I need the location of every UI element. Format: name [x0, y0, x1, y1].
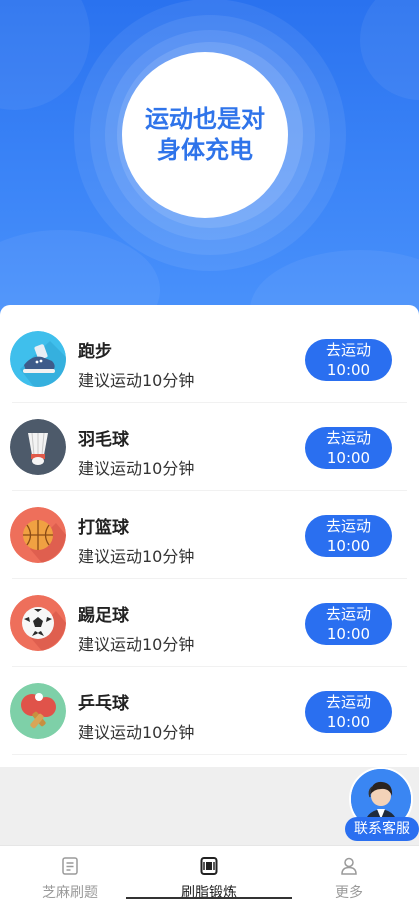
activity-row-ping-pong: 乒乓球 建议运动10分钟 去运动 10:00	[0, 667, 419, 755]
go-exercise-button[interactable]: 去运动 10:00	[305, 603, 392, 645]
tab-label: 更多	[335, 885, 363, 899]
activity-subtitle: 建议运动10分钟	[78, 547, 195, 566]
tab-quiz[interactable]: 芝麻刷题	[0, 846, 140, 899]
ping-pong-icon	[10, 683, 66, 739]
activity-title: 羽毛球	[78, 430, 129, 450]
activity-title: 乒乓球	[78, 694, 129, 714]
user-icon	[341, 857, 357, 875]
decor-bubble	[0, 0, 90, 110]
button-time: 10:00	[326, 449, 371, 467]
go-exercise-button[interactable]: 去运动 10:00	[305, 427, 392, 469]
customer-service-label: 联系客服	[345, 817, 419, 841]
activity-subtitle: 建议运动10分钟	[78, 371, 195, 390]
document-icon	[62, 857, 78, 875]
activity-row-basketball: 打篮球 建议运动10分钟 去运动 10:00	[0, 491, 419, 579]
activity-subtitle: 建议运动10分钟	[78, 459, 195, 478]
activity-title: 踢足球	[78, 606, 129, 626]
go-exercise-button[interactable]: 去运动 10:00	[305, 339, 392, 381]
decor-bubble	[360, 0, 419, 100]
basketball-icon	[10, 507, 66, 563]
activity-title: 跑步	[78, 342, 112, 362]
button-time: 10:00	[326, 625, 371, 643]
activity-list: 跑步 建议运动10分钟 去运动 10:00 羽毛球 建议运动10分钟 去运动 1…	[0, 305, 419, 767]
button-time: 10:00	[326, 537, 371, 555]
running-shoe-icon	[10, 331, 66, 387]
activity-row-badminton: 羽毛球 建议运动10分钟 去运动 10:00	[0, 403, 419, 491]
button-time: 10:00	[326, 361, 371, 379]
workout-icon	[200, 857, 218, 875]
activity-subtitle: 建议运动10分钟	[78, 723, 195, 742]
customer-service-button[interactable]: 联系客服	[345, 767, 419, 845]
button-label: 去运动	[325, 341, 371, 359]
activity-row-running: 跑步 建议运动10分钟 去运动 10:00	[0, 315, 419, 403]
button-label: 去运动	[325, 517, 371, 535]
activity-subtitle: 建议运动10分钟	[78, 635, 195, 654]
button-label: 去运动	[325, 605, 371, 623]
go-exercise-button[interactable]: 去运动 10:00	[305, 515, 392, 557]
slogan-text: 运动也是对身体充电	[145, 105, 265, 164]
activity-row-soccer: 踢足球 建议运动10分钟 去运动 10:00	[0, 579, 419, 667]
bottom-tab-bar: 芝麻刷题 刷脂锻炼 更多	[0, 845, 419, 899]
tab-more[interactable]: 更多	[279, 846, 419, 899]
tab-workout[interactable]: 刷脂锻炼	[139, 846, 279, 899]
button-label: 去运动	[325, 693, 371, 711]
slogan-circle: 运动也是对身体充电	[122, 52, 288, 218]
button-time: 10:00	[326, 713, 371, 731]
divider	[12, 754, 407, 755]
soccer-ball-icon	[10, 595, 66, 651]
activity-title: 打篮球	[78, 518, 129, 538]
hero-banner: 运动也是对身体充电	[0, 0, 419, 320]
tab-label: 芝麻刷题	[42, 885, 98, 899]
button-label: 去运动	[325, 429, 371, 447]
go-exercise-button[interactable]: 去运动 10:00	[305, 691, 392, 733]
badminton-icon	[10, 419, 66, 475]
